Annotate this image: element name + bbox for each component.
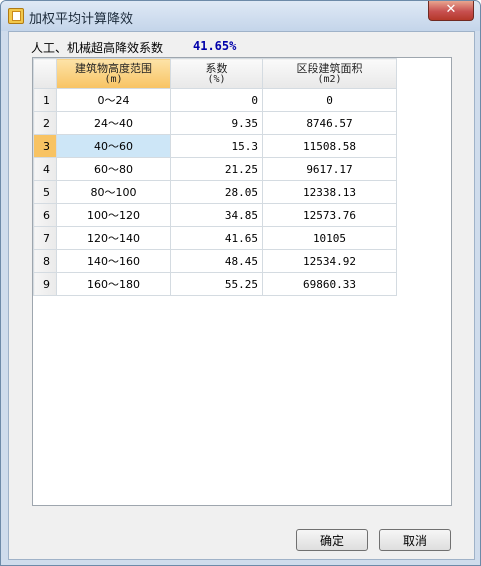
coefficient-cell[interactable]: 9.35 (170, 111, 263, 135)
height-range-cell[interactable]: 0～24 (56, 88, 171, 112)
coefficient-cell[interactable]: 28.05 (170, 180, 263, 204)
column-unit: (%) (207, 73, 226, 85)
area-cell[interactable]: 12573.76 (262, 203, 397, 227)
height-range-cell[interactable]: 100～120 (56, 203, 171, 227)
column-header-coefficient[interactable]: 系数 (%) (170, 58, 263, 89)
column-title: 建筑物高度范围 (75, 61, 152, 75)
height-range-cell[interactable]: 60～80 (56, 157, 171, 181)
data-grid-panel: 建筑物高度范围 (m) 系数 (%) 区段建筑面积 (m2) 1 0～24 0 … (32, 57, 452, 506)
row-number[interactable]: 2 (33, 111, 57, 135)
column-title: 系数 (205, 61, 228, 75)
reduction-factor-label: 人工、机械超高降效系数 (31, 41, 164, 55)
coefficient-cell[interactable]: 48.45 (170, 249, 263, 273)
height-range-cell[interactable]: 80～100 (56, 180, 171, 204)
app-icon (8, 8, 24, 24)
coefficient-cell[interactable]: 21.25 (170, 157, 263, 181)
coefficient-cell[interactable]: 55.25 (170, 272, 263, 296)
height-range-cell[interactable]: 160～180 (56, 272, 171, 296)
row-number[interactable]: 4 (33, 157, 57, 181)
height-range-cell[interactable]: 120～140 (56, 226, 171, 250)
area-cell[interactable]: 10105 (262, 226, 397, 250)
column-unit: (m) (104, 73, 123, 85)
data-grid: 建筑物高度范围 (m) 系数 (%) 区段建筑面积 (m2) 1 0～24 0 … (33, 58, 397, 296)
area-cell[interactable]: 12534.92 (262, 249, 397, 273)
grid-header-row: 建筑物高度范围 (m) 系数 (%) 区段建筑面积 (m2) (33, 58, 397, 89)
area-cell[interactable]: 11508.58 (262, 134, 397, 158)
row-number[interactable]: 7 (33, 226, 57, 250)
table-row[interactable]: 5 80～100 28.05 12338.13 (33, 180, 397, 204)
reduction-factor-value: 41.65% (193, 39, 237, 53)
dialog-client-area: 人工、机械超高降效系数 41.65% 建筑物高度范围 (m) 系数 (%) 区段… (8, 31, 475, 560)
table-row[interactable]: 8 140～160 48.45 12534.92 (33, 249, 397, 273)
column-unit: (m2) (317, 73, 342, 85)
column-header-area[interactable]: 区段建筑面积 (m2) (262, 58, 397, 89)
row-number[interactable]: 5 (33, 180, 57, 204)
area-cell[interactable]: 12338.13 (262, 180, 397, 204)
coefficient-cell[interactable]: 41.65 (170, 226, 263, 250)
table-row[interactable]: 2 24～40 9.35 8746.57 (33, 111, 397, 135)
coefficient-cell[interactable]: 15.3 (170, 134, 263, 158)
close-button[interactable]: ✕ (428, 1, 474, 21)
column-title: 区段建筑面积 (296, 61, 363, 75)
table-row[interactable]: 9 160～180 55.25 69860.33 (33, 272, 397, 296)
height-range-cell[interactable]: 40～60 (56, 134, 171, 158)
coefficient-cell[interactable]: 0 (170, 88, 263, 112)
area-cell[interactable]: 8746.57 (262, 111, 397, 135)
grid-corner-cell[interactable] (33, 58, 57, 89)
column-header-height-range[interactable]: 建筑物高度范围 (m) (56, 58, 171, 89)
table-row[interactable]: 4 60～80 21.25 9617.17 (33, 157, 397, 181)
table-row[interactable]: 7 120～140 41.65 10105 (33, 226, 397, 250)
title-bar[interactable]: 加权平均计算降效 ✕ (1, 1, 480, 31)
height-range-cell[interactable]: 140～160 (56, 249, 171, 273)
area-cell[interactable]: 0 (262, 88, 397, 112)
row-number[interactable]: 1 (33, 88, 57, 112)
ok-button[interactable]: 确定 (296, 529, 368, 551)
dialog-window: 加权平均计算降效 ✕ 人工、机械超高降效系数 41.65% 建筑物高度范围 (m… (0, 0, 481, 566)
row-number[interactable]: 8 (33, 249, 57, 273)
table-row[interactable]: 6 100～120 34.85 12573.76 (33, 203, 397, 227)
cancel-button[interactable]: 取消 (379, 529, 451, 551)
table-row[interactable]: 1 0～24 0 0 (33, 88, 397, 112)
area-cell[interactable]: 9617.17 (262, 157, 397, 181)
row-number[interactable]: 3 (33, 134, 57, 158)
coefficient-cell[interactable]: 34.85 (170, 203, 263, 227)
window-title: 加权平均计算降效 (29, 12, 134, 27)
row-number[interactable]: 9 (33, 272, 57, 296)
table-row[interactable]: 3 40～60 15.3 11508.58 (33, 134, 397, 158)
height-range-cell[interactable]: 24～40 (56, 111, 171, 135)
area-cell[interactable]: 69860.33 (262, 272, 397, 296)
row-number[interactable]: 6 (33, 203, 57, 227)
